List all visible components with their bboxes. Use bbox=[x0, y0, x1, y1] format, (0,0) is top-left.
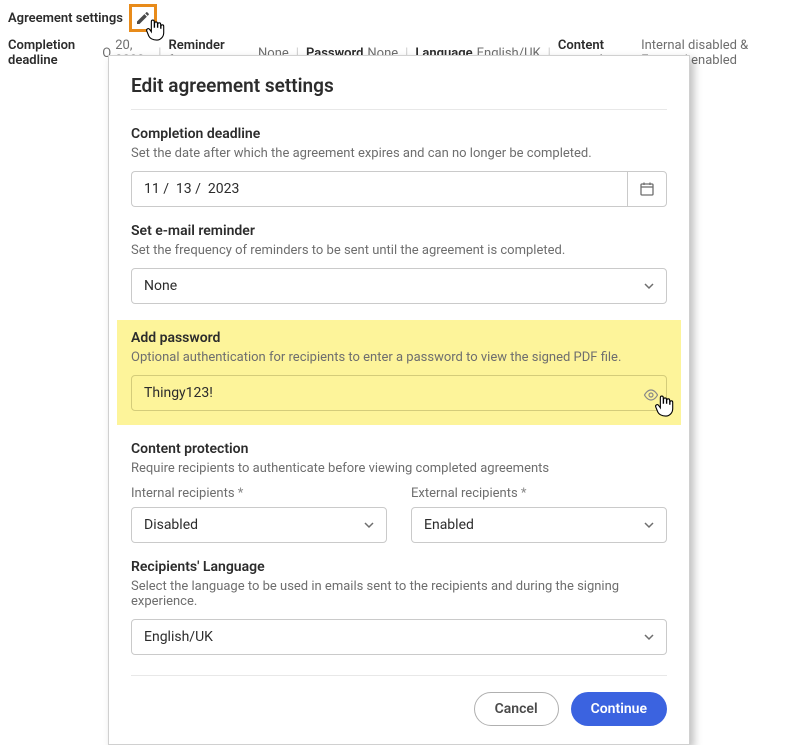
password-input[interactable] bbox=[131, 375, 667, 411]
deadline-desc: Set the date after which the agreement e… bbox=[131, 146, 667, 161]
summary-deadline-label: Completion deadline bbox=[8, 38, 95, 68]
dialog-title: Edit agreement settings bbox=[131, 74, 667, 110]
language-label: Recipients' Language bbox=[131, 559, 667, 575]
continue-button[interactable]: Continue bbox=[571, 692, 667, 726]
page-title: Agreement settings bbox=[8, 11, 123, 26]
internal-recipients-label: Internal recipients * bbox=[131, 486, 387, 501]
deadline-label: Completion deadline bbox=[131, 126, 667, 142]
language-select[interactable]: English/UK bbox=[131, 619, 667, 655]
protection-desc: Require recipients to authenticate befor… bbox=[131, 461, 667, 476]
language-desc: Select the language to be used in emails… bbox=[131, 579, 667, 609]
cancel-button[interactable]: Cancel bbox=[474, 692, 559, 726]
calendar-button[interactable] bbox=[627, 171, 667, 207]
reminder-desc: Set the frequency of reminders to be sen… bbox=[131, 243, 667, 258]
protection-label: Content protection bbox=[131, 441, 667, 457]
reminder-select[interactable]: None bbox=[131, 268, 667, 304]
reminder-label: Set e-mail reminder bbox=[131, 223, 667, 239]
deadline-input[interactable] bbox=[131, 171, 627, 207]
password-desc: Optional authentication for recipients t… bbox=[131, 350, 667, 365]
calendar-icon bbox=[639, 181, 655, 197]
edit-settings-button[interactable] bbox=[129, 4, 157, 32]
external-recipients-label: External recipients * bbox=[411, 486, 667, 501]
pencil-icon bbox=[135, 10, 151, 26]
password-label: Add password bbox=[131, 330, 667, 346]
edit-settings-dialog: Edit agreement settings Completion deadl… bbox=[108, 55, 690, 745]
external-recipients-select[interactable]: Enabled bbox=[411, 507, 667, 543]
internal-recipients-select[interactable]: Disabled bbox=[131, 507, 387, 543]
